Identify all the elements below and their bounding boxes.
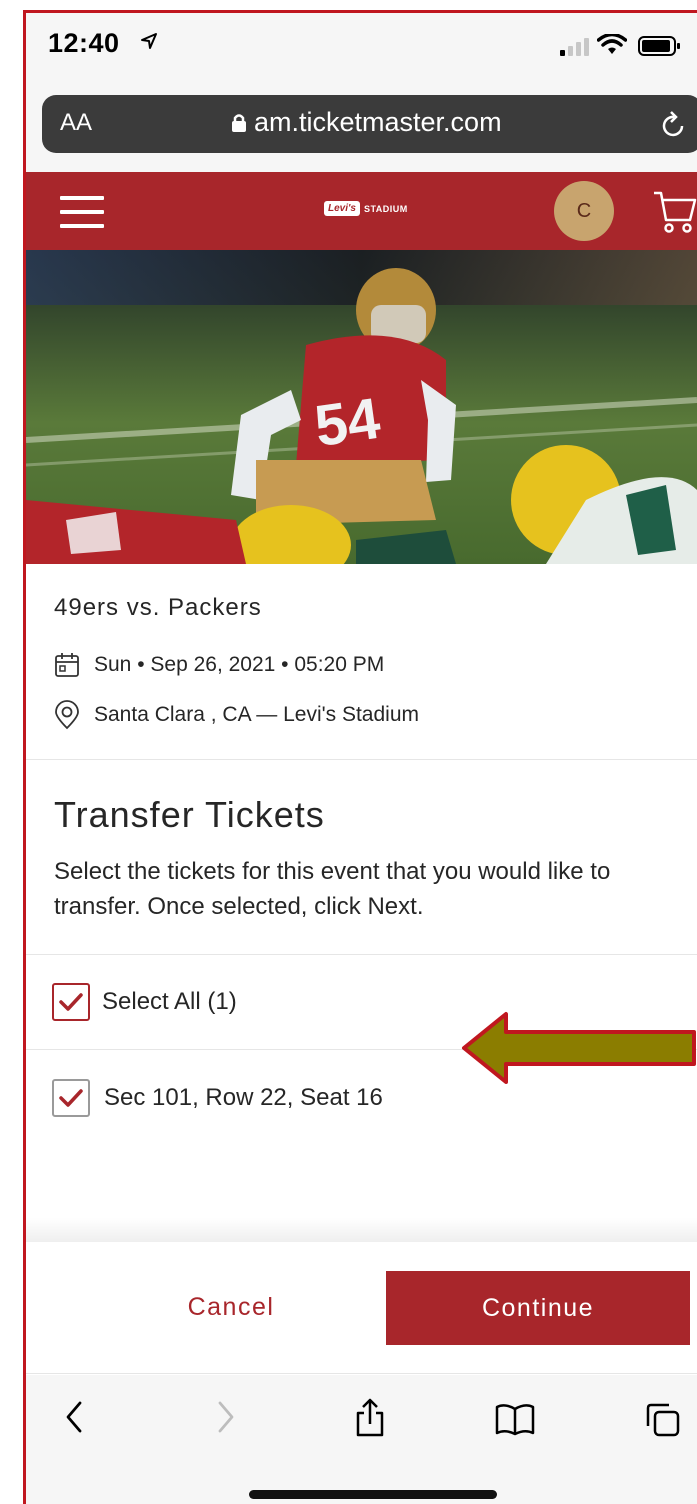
home-indicator (249, 1490, 497, 1499)
event-date-row: Sun • Sep 26, 2021 • 05:20 PM (54, 652, 384, 678)
hero-image: 54 (26, 250, 697, 564)
forward-icon[interactable] (214, 1397, 238, 1437)
signal-icon (560, 38, 589, 56)
tabs-icon[interactable] (644, 1401, 682, 1439)
text-size-button[interactable]: AA (60, 109, 92, 137)
url-bar[interactable]: AA am.ticketmaster.com (42, 95, 697, 153)
transfer-description: Select the tickets for this event that y… (54, 858, 611, 920)
avatar[interactable]: C (554, 181, 614, 241)
cart-icon[interactable] (652, 190, 697, 234)
wifi-icon (597, 34, 627, 54)
reload-icon[interactable] (660, 109, 688, 139)
logo-badge: Levi's (324, 201, 360, 216)
event-venue-row: Santa Clara , CA — Levi's Stadium (54, 700, 419, 730)
ticket-seat-label: Sec 101, Row 22, Seat 16 (104, 1083, 383, 1111)
calendar-icon (55, 653, 79, 677)
action-footer: Cancel Continue (26, 1242, 697, 1374)
event-venue: Santa Clara , CA — Levi's Stadium (94, 703, 419, 726)
select-all-label: Select All (1) (102, 988, 237, 1015)
battery-icon (638, 36, 680, 56)
lock-icon (232, 114, 246, 132)
ticket-checkbox[interactable] (52, 1078, 90, 1117)
annotation-arrow (462, 1012, 696, 1084)
checkmark-icon (59, 993, 83, 1011)
location-arrow-icon (141, 33, 157, 49)
event-title: 49ers vs. Packers (54, 594, 262, 621)
event-date: Sun • Sep 26, 2021 • 05:20 PM (94, 653, 385, 676)
continue-button[interactable]: Continue (386, 1271, 690, 1345)
transfer-section: Transfer Tickets Select the tickets for … (26, 760, 697, 955)
back-icon[interactable] (62, 1397, 86, 1437)
site-header: Levi's STADIUM C (26, 172, 697, 250)
map-pin-icon (55, 700, 79, 730)
transfer-title: Transfer Tickets (54, 794, 325, 835)
select-all-checkbox[interactable] (52, 983, 90, 1021)
cancel-button[interactable]: Cancel (136, 1270, 326, 1344)
svg-text:54: 54 (311, 386, 384, 459)
levis-stadium-logo[interactable]: Levi's STADIUM (324, 201, 408, 216)
menu-icon[interactable] (60, 196, 104, 228)
checkmark-icon (59, 1088, 83, 1107)
bookmarks-icon[interactable] (494, 1403, 536, 1437)
logo-text: STADIUM (363, 203, 408, 214)
status-time: 12:40 (48, 28, 120, 58)
event-info: 49ers vs. Packers Sun • Sep 26, 2021 • 0… (26, 564, 697, 760)
browser-toolbar (26, 1375, 697, 1504)
url-text[interactable]: am.ticketmaster.com (254, 107, 502, 138)
share-icon[interactable] (354, 1397, 386, 1439)
